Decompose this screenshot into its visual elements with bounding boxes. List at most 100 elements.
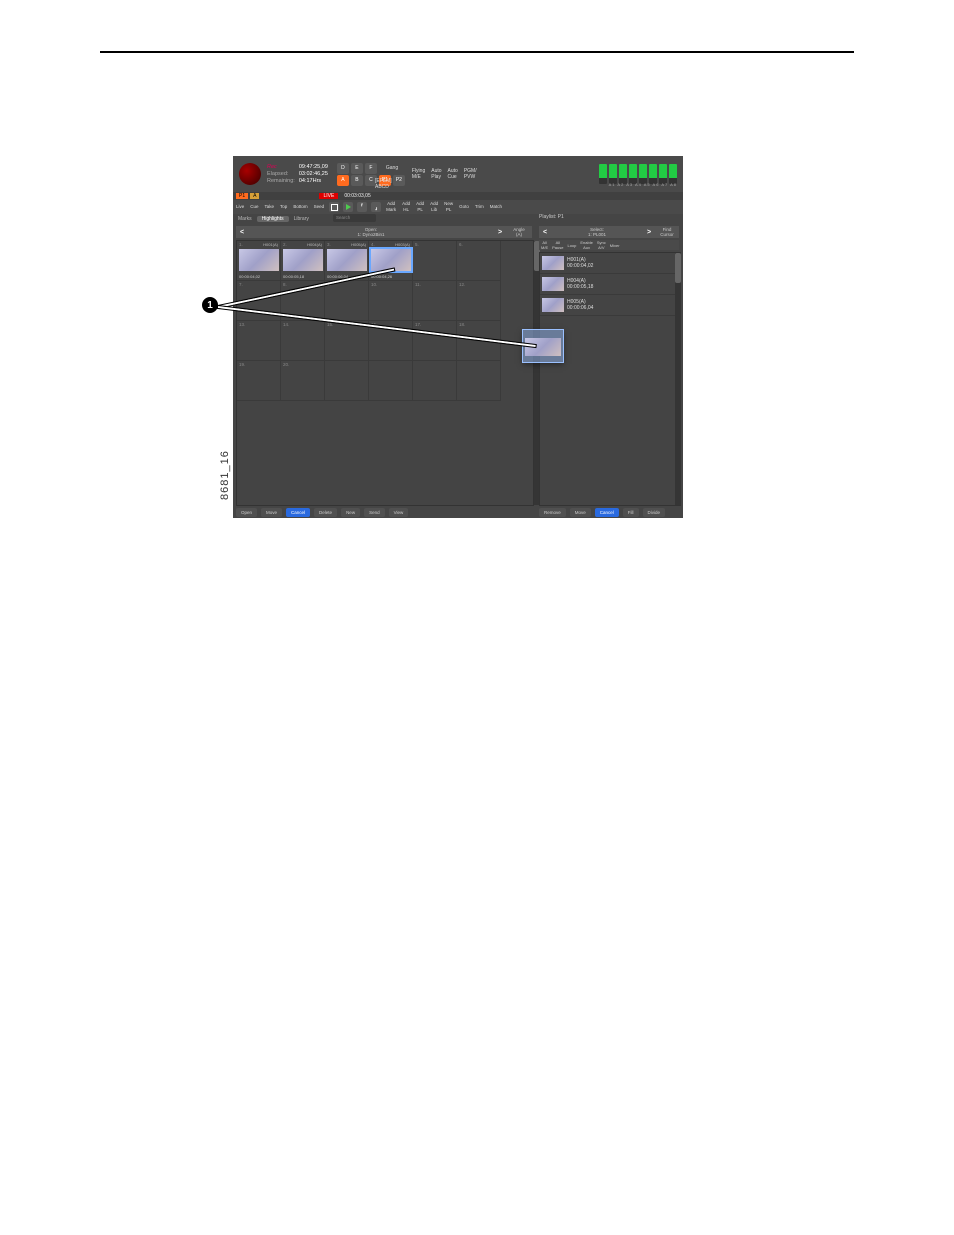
empty-cell[interactable]: 9. — [325, 281, 369, 321]
open-button[interactable]: Open — [236, 508, 257, 517]
all-pause-toggle[interactable]: All Pause — [550, 240, 565, 250]
sync-av-toggle[interactable]: Sync A/V — [595, 240, 608, 250]
remove-button[interactable]: Remove — [539, 508, 566, 517]
pgm-pvw-switch[interactable]: PGM/PVW — [464, 168, 477, 180]
ghost-thumbnail — [525, 338, 561, 356]
empty-cell[interactable]: 20. — [281, 361, 325, 401]
all-me-toggle[interactable]: All M/E — [539, 240, 550, 250]
play-icon[interactable] — [343, 202, 353, 212]
clip-cell[interactable]: 1. H001(A) 00:00:04,02 — [237, 241, 281, 281]
prev-playlist-button[interactable]: < — [539, 227, 551, 237]
p1-chip[interactable]: P1 — [236, 193, 248, 199]
empty-cell[interactable]: 13. — [237, 321, 281, 361]
mixer-toggle[interactable]: Mixer — [608, 243, 622, 248]
tab-marks[interactable]: Marks — [233, 216, 257, 222]
playlist-scrollbar[interactable] — [675, 253, 681, 505]
cam-e-button[interactable]: E — [351, 163, 363, 174]
clip-index: 1. — [239, 242, 243, 247]
angle-selector[interactable]: Angle(A) — [506, 227, 532, 237]
cancel-button[interactable]: Cancel — [595, 508, 619, 517]
playlist-item[interactable]: H001(A)00:00:04,02 — [540, 253, 680, 274]
new-pl-button[interactable]: New PL — [441, 201, 456, 213]
new-button[interactable]: New — [341, 508, 360, 517]
playlist-name[interactable]: Select:1: PL001 — [551, 227, 643, 237]
view-button[interactable]: View — [389, 508, 409, 517]
enable-aux-toggle[interactable]: Enable Aux — [578, 240, 594, 250]
mark-in-icon[interactable]: ⸢ — [357, 202, 367, 212]
highlights-actions: Open Move Cancel Delete New Send View — [236, 508, 408, 517]
empty-cell[interactable]: 6. — [457, 241, 501, 281]
add-lib-button[interactable]: Add Lib — [427, 201, 441, 213]
playlist-meta: H004(A)00:00:05,18 — [567, 278, 593, 290]
seed-button[interactable]: Seed — [311, 204, 328, 210]
elapsed-label: Elapsed: — [267, 171, 295, 178]
search-input[interactable]: Search — [333, 214, 376, 222]
cue-button[interactable]: Cue — [247, 204, 261, 210]
cam-b-button[interactable]: B — [351, 175, 363, 186]
add-pl-button[interactable]: Add PL — [413, 201, 427, 213]
playlist-item[interactable]: H005(A)00:00:06,04 — [540, 295, 680, 316]
toolbar: Live Cue Take Top Bottom Seed ⸢ ⸥ Add Ma… — [233, 200, 683, 214]
clip-timecode: 00:00:05,18 — [283, 274, 304, 279]
empty-cell[interactable]: 5. — [413, 241, 457, 281]
playlist-item[interactable]: H004(A)00:00:05,18 — [540, 274, 680, 295]
empty-cell[interactable]: 10. — [369, 281, 413, 321]
bottom-button[interactable]: Bottom — [290, 204, 310, 210]
loop-toggle[interactable]: Loop — [565, 243, 578, 248]
clip-cell[interactable]: 2. H004(A) 00:00:05,18 — [281, 241, 325, 281]
prev-bin-button[interactable]: < — [236, 227, 248, 237]
tab-library[interactable]: Library — [289, 216, 314, 222]
top-button[interactable]: Top — [277, 204, 290, 210]
empty-cell[interactable]: 12. — [457, 281, 501, 321]
empty-cell[interactable]: 17. — [413, 321, 457, 361]
find-cursor-button[interactable]: FindCursor — [655, 227, 679, 237]
trim-button[interactable]: Trim — [472, 204, 487, 210]
next-playlist-button[interactable]: > — [643, 227, 655, 237]
empty-cell[interactable]: 14. — [281, 321, 325, 361]
bin-name[interactable]: Open:1: Dyno2Bin1 — [248, 227, 494, 237]
auto-cue-switch[interactable]: AutoCue — [448, 168, 458, 180]
clip-index: 14. — [283, 322, 289, 327]
flying-me-switch[interactable]: FlyingM/E — [412, 168, 425, 180]
clip-index: 3. — [327, 242, 331, 247]
empty-cell[interactable]: 19. — [237, 361, 281, 401]
stop-icon[interactable] — [329, 202, 339, 212]
playlist-thumbnail — [542, 277, 564, 291]
move-button[interactable]: Move — [261, 508, 282, 517]
add-hl-button[interactable]: Add HL — [399, 201, 413, 213]
send-button[interactable]: Send — [364, 508, 385, 517]
empty-cell[interactable] — [369, 361, 413, 401]
add-mark-button[interactable]: Add Mark — [383, 201, 399, 213]
move-button[interactable]: Move — [570, 508, 591, 517]
cam-a-button[interactable]: A — [337, 175, 349, 186]
cam-f-button[interactable]: F — [365, 163, 377, 174]
mark-out-icon[interactable]: ⸥ — [371, 202, 381, 212]
take-button[interactable]: Take — [262, 204, 278, 210]
cam-d-button[interactable]: D — [337, 163, 349, 174]
match-button[interactable]: Match — [487, 204, 505, 210]
empty-cell[interactable] — [413, 361, 457, 401]
empty-cell[interactable]: 11. — [413, 281, 457, 321]
empty-cell[interactable] — [457, 361, 501, 401]
remaining-value: 04:17Hrs — [299, 178, 328, 185]
meter-bar — [619, 164, 627, 184]
live-button[interactable]: Live — [233, 204, 247, 210]
empty-cell[interactable] — [325, 361, 369, 401]
auto-play-switch[interactable]: AutoPlay — [431, 168, 441, 180]
goto-button[interactable]: Goto — [456, 204, 472, 210]
next-bin-button[interactable]: > — [494, 227, 506, 237]
cam-p2-button[interactable]: P2 — [393, 175, 405, 186]
fill-button[interactable]: Fill — [623, 508, 639, 517]
cancel-button[interactable]: Cancel — [286, 508, 310, 517]
clip-cell-selected[interactable]: 4. H003(A) 00:00:04,26 — [369, 241, 413, 281]
tab-playlist[interactable]: Playlist: P1 — [539, 214, 564, 220]
empty-cell[interactable]: 15. — [325, 321, 369, 361]
camera-selector: D E F Gang A B C P1 P2 — [336, 163, 406, 186]
delete-button[interactable]: Delete — [314, 508, 337, 517]
tab-bar: Marks Highlights Library — [233, 214, 314, 223]
divide-button[interactable]: Divide — [643, 508, 666, 517]
tab-highlights[interactable]: Highlights — [257, 216, 289, 222]
scroll-thumb[interactable] — [675, 253, 681, 283]
angle-chip[interactable]: A — [250, 193, 259, 199]
clip-name: H003(A) — [395, 242, 410, 247]
